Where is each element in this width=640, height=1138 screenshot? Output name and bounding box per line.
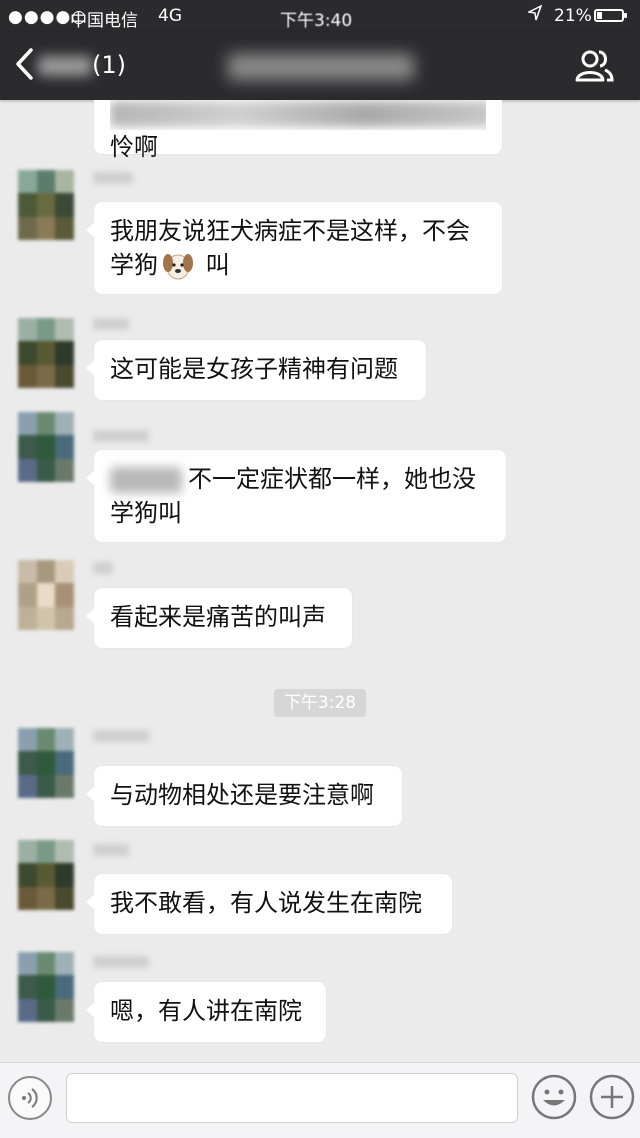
message-bubble[interactable]: 我朋友说狂犬病症不是这样，不会学狗 叫 xyxy=(86,202,502,294)
unread-count: (1) xyxy=(92,51,126,79)
group-members-button[interactable] xyxy=(574,48,614,84)
message-text: 嗯，有人讲在南院 xyxy=(110,997,302,1025)
blurred-chat-title xyxy=(228,54,414,80)
emoji-button[interactable] xyxy=(530,1073,578,1121)
blurred-sender-name xyxy=(93,318,129,330)
battery-icon xyxy=(594,9,627,22)
avatar[interactable] xyxy=(18,560,74,630)
emoji-icon xyxy=(531,1074,577,1120)
blurred-text xyxy=(110,100,486,130)
chat-header: (1) xyxy=(0,32,640,100)
dog-face-icon xyxy=(163,254,193,280)
blurred-sender-name xyxy=(93,172,133,184)
message-bubble[interactable]: 嗯，有人讲在南院 xyxy=(86,982,326,1042)
blurred-sender-name xyxy=(93,730,149,742)
blurred-sender-name xyxy=(93,430,149,442)
blurred-sender-name xyxy=(93,562,113,574)
message-text: 这可能是女孩子精神有问题 xyxy=(110,355,398,383)
avatar[interactable] xyxy=(18,728,74,798)
message-bubble[interactable]: 这可能是女孩子精神有问题 xyxy=(86,340,426,400)
voice-icon xyxy=(22,1088,38,1108)
message-text: 看起来是痛苦的叫声 xyxy=(110,603,326,631)
message-bubble[interactable]: 我不敢看，有人说发生在南院 xyxy=(86,874,452,934)
avatar[interactable] xyxy=(18,952,74,1022)
blurred-mention xyxy=(110,467,182,493)
more-button[interactable] xyxy=(588,1073,636,1121)
plus-icon xyxy=(589,1074,635,1120)
blurred-sender-name xyxy=(93,956,149,968)
group-members-icon xyxy=(575,50,614,82)
message-input[interactable] xyxy=(66,1073,518,1123)
avatar[interactable] xyxy=(18,318,74,388)
chevron-left-icon xyxy=(16,48,33,80)
avatar[interactable] xyxy=(18,170,74,240)
status-time: 下午3:40 xyxy=(280,11,353,31)
avatar[interactable] xyxy=(18,412,74,482)
back-button[interactable] xyxy=(14,47,34,88)
message-bubble[interactable]: 怜啊 xyxy=(94,100,502,161)
message-bubble[interactable]: 与动物相处还是要注意啊 xyxy=(86,766,402,826)
message-text: 与动物相处还是要注意啊 xyxy=(110,781,374,809)
location-arrow-icon xyxy=(526,4,543,25)
avatar[interactable] xyxy=(18,840,74,910)
battery-percent: 21% xyxy=(554,6,592,26)
message-text: 我不敢看，有人说发生在南院 xyxy=(110,889,422,917)
message-text: 怜啊 xyxy=(110,133,158,161)
message-list[interactable]: 怜啊 我朋友说狂犬病症不是这样，不会学狗 叫 这可能是女孩子精神有问题 不一定症… xyxy=(0,100,640,1062)
status-bar: ●●●●○ 中国电信 4G 下午3:40 21% xyxy=(0,0,640,32)
message-bubble[interactable]: 看起来是痛苦的叫声 xyxy=(86,588,352,648)
blurred-sender-name xyxy=(93,844,129,856)
message-bubble[interactable]: 不一定症状都一样，她也没学狗叫 xyxy=(86,450,506,542)
time-divider: 下午3:28 xyxy=(274,689,366,717)
blurred-back-label xyxy=(38,56,92,76)
battery-fill xyxy=(597,12,602,19)
message-text: 叫 xyxy=(198,251,230,279)
input-bar xyxy=(0,1062,640,1138)
network-type: 4G xyxy=(158,6,182,26)
voice-button[interactable] xyxy=(8,1076,52,1120)
carrier-name: 中国电信 xyxy=(70,11,138,31)
